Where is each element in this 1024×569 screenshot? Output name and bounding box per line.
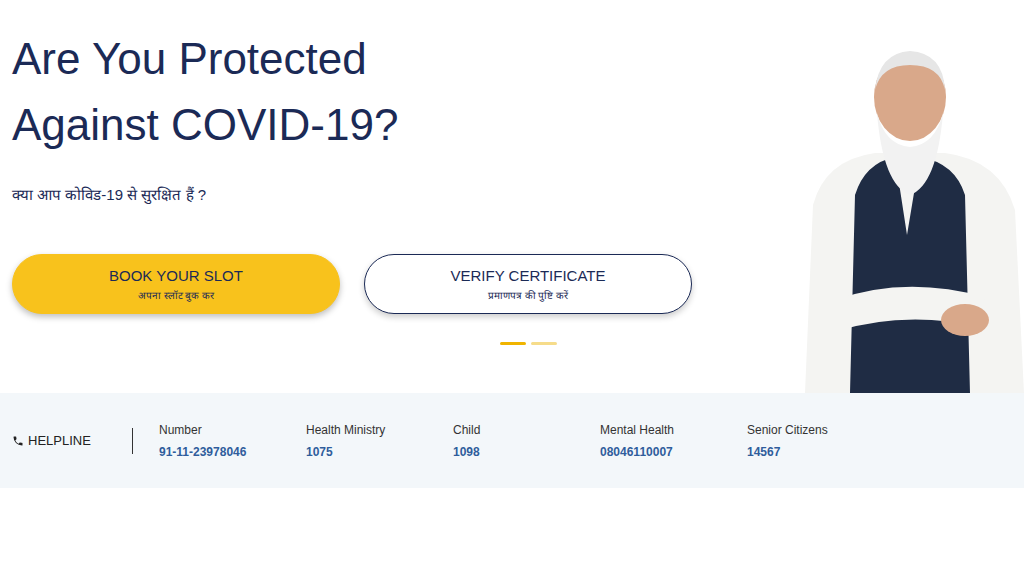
hero-content: Are You Protected Against COVID-19? क्या … <box>0 0 795 393</box>
helpline-item: Number 91-11-23978046 <box>159 423 306 459</box>
helpline-text: HELPLINE <box>28 433 91 448</box>
helpline-label: HELPLINE <box>12 433 132 448</box>
phone-icon <box>12 435 24 447</box>
helpline-number[interactable]: 1098 <box>453 445 600 459</box>
helpline-items: Number 91-11-23978046Health Ministry 1075C… <box>159 423 894 459</box>
helpline-number[interactable]: 1075 <box>306 445 453 459</box>
helpline-number[interactable]: 91-11-23978046 <box>159 445 306 459</box>
helpline-number[interactable]: 14567 <box>747 445 894 459</box>
helpline-item: Health Ministry 1075 <box>306 423 453 459</box>
helpline-item-label: Senior Citizens <box>747 423 894 437</box>
portrait-photo <box>795 35 1024 393</box>
hero-section: Are You Protected Against COVID-19? क्या … <box>0 0 1024 393</box>
helpline-bar: HELPLINE Number 91-11-23978046Health Minis… <box>0 393 1024 488</box>
helpline-item-label: Mental Health <box>600 423 747 437</box>
helpline-number[interactable]: 08046110007 <box>600 445 747 459</box>
action-button[interactable]: VERIFY CERTIFICATE प्रमाणपत्र की पुष्टि क… <box>364 254 692 314</box>
button-label: BOOK YOUR SLOT <box>109 267 243 284</box>
helpline-item: Mental Health 08046110007 <box>600 423 747 459</box>
button-label: VERIFY CERTIFICATE <box>450 267 605 284</box>
helpline-item-label: Number <box>159 423 306 437</box>
button-sublabel: प्रमाणपत्र की पुष्टि करें <box>488 288 568 302</box>
button-sublabel: अपना स्लॉट बुक कर <box>138 288 214 302</box>
hero-subtitle: क्या आप कोविड-19 से सुरक्षित हैं ? <box>12 184 795 204</box>
helpline-item-label: Child <box>453 423 600 437</box>
portrait-photo-icon <box>795 35 1024 393</box>
hero-title: Are You Protected Against COVID-19? <box>12 26 452 158</box>
carousel-dot[interactable] <box>500 342 526 345</box>
carousel-dot[interactable] <box>531 342 557 345</box>
action-buttons: BOOK YOUR SLOT अपना स्लॉट बुक कर VERIFY CE… <box>12 254 795 314</box>
helpline-item-label: Health Ministry <box>306 423 453 437</box>
carousel-dots <box>12 342 795 345</box>
helpline-item: Child 1098 <box>453 423 600 459</box>
page: Are You Protected Against COVID-19? क्या … <box>0 0 1024 569</box>
action-button[interactable]: BOOK YOUR SLOT अपना स्लॉट बुक कर <box>12 254 340 314</box>
helpline-item: Senior Citizens 14567 <box>747 423 894 459</box>
helpline-divider <box>132 428 133 454</box>
